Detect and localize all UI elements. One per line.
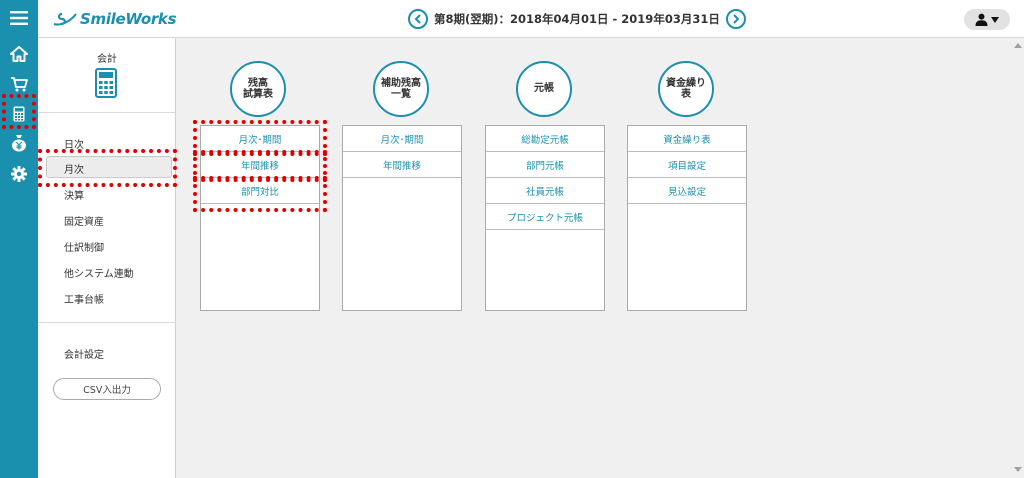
previous-period-button[interactable] [408,9,428,29]
chevron-right-icon [733,14,740,24]
logo-text: SmileWorks [80,10,177,28]
sub-balance-list-heading: 補助残高 一覧 [373,61,429,117]
divider [38,112,176,113]
forecast-settings-link[interactable]: 見込設定 [628,178,746,204]
user-menu-button[interactable] [964,9,1010,30]
cash-flow-card: 資金繰り表 項目設定 見込設定 [627,125,747,311]
calculator-icon [95,68,117,101]
sub-balance-annual-trend-link[interactable]: 年間推移 [343,152,461,178]
cart-icon[interactable] [0,72,38,96]
highlight-monthly-item [38,149,177,187]
sub-balance-monthly-period-link[interactable]: 月次･期間 [343,126,461,152]
accounting-sidebar: 会計 日次 月次 決算 固定資産 仕訳制御 他システム連動 工事台帳 会計設定 … [38,38,176,478]
employee-ledger-link[interactable]: 社員元帳 [486,178,604,204]
cash-flow-heading: 資金繰り 表 [658,61,714,117]
trial-balance-heading: 残高 試算表 [230,61,286,117]
yen-bag-icon[interactable] [0,131,38,155]
scroll-up-icon[interactable] [1014,43,1022,48]
icon-rail [0,0,38,478]
ledger-heading: 元帳 [516,61,572,117]
highlight-calculator-rail [2,94,36,129]
sidebar-item-journal-control[interactable]: 仕訳制御 [64,239,104,254]
item-settings-link[interactable]: 項目設定 [628,152,746,178]
sidebar-item-fixed-assets[interactable]: 固定資産 [64,213,104,228]
vertical-scrollbar[interactable] [1012,38,1024,478]
gear-icon[interactable] [0,162,38,186]
ledger-card: 総勘定元帳 部門元帳 社員元帳 プロジェクト元帳 [485,125,605,311]
menu-icon[interactable] [0,6,38,30]
period-selector: 第8期(翌期)：2018年04月01日 - 2019年03月31日 [408,9,746,29]
home-icon[interactable] [0,42,38,66]
smileworks-logo[interactable]: SmileWorks [52,9,177,29]
sidebar-item-accounting-settings[interactable]: 会計設定 [64,346,104,361]
project-ledger-link[interactable]: プロジェクト元帳 [486,204,604,230]
sidebar-item-closing[interactable]: 決算 [64,187,84,202]
chevron-left-icon [414,14,421,24]
csv-import-export-button[interactable]: CSV入出力 [53,378,161,400]
caret-down-icon [991,16,999,23]
highlight-department-comparison [193,176,327,212]
sub-balance-list-card: 月次･期間 年間推移 [342,125,462,311]
top-header: SmileWorks 第8期(翌期)：2018年04月01日 - 2019年03… [38,0,1024,38]
scroll-down-icon[interactable] [1014,467,1022,472]
cash-flow-table-link[interactable]: 資金繰り表 [628,126,746,152]
divider [38,322,176,323]
department-ledger-link[interactable]: 部門元帳 [486,152,604,178]
general-ledger-link[interactable]: 総勘定元帳 [486,126,604,152]
period-label: 第8期(翌期)：2018年04月01日 - 2019年03月31日 [434,12,720,26]
sidebar-title: 会計 [97,54,117,65]
user-icon [975,13,988,26]
logo-mark-icon [53,12,77,26]
sidebar-item-system-integration[interactable]: 他システム連動 [64,265,134,280]
sidebar-item-construction-ledger[interactable]: 工事台帳 [64,291,104,306]
next-period-button[interactable] [725,9,746,29]
